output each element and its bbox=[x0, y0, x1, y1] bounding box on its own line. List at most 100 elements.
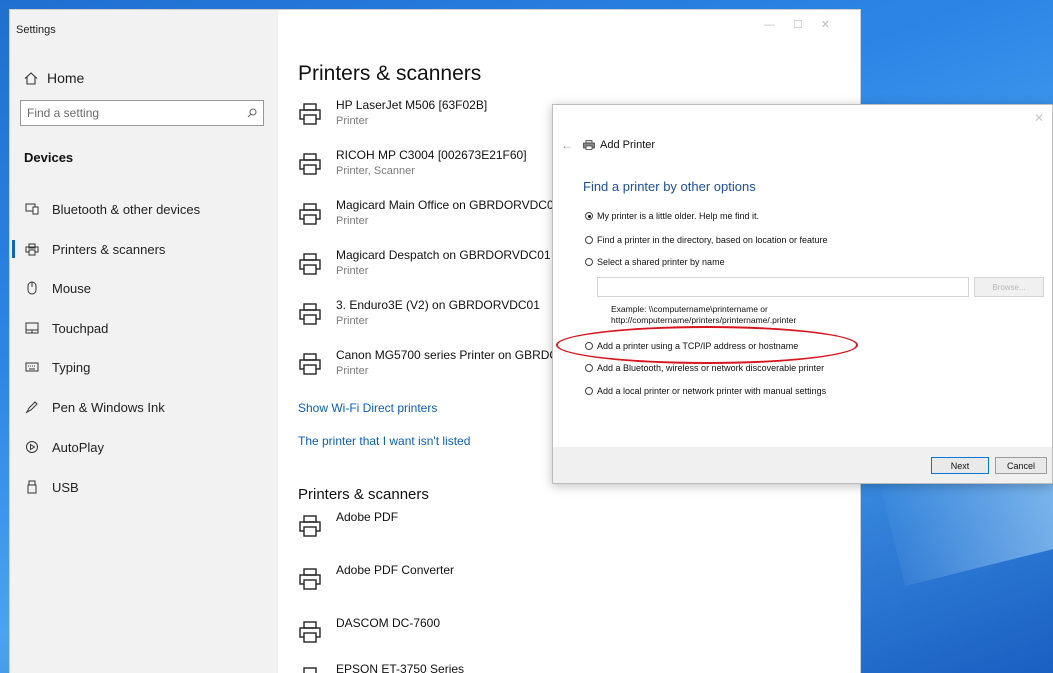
sidebar-item-label: AutoPlay bbox=[52, 439, 105, 455]
printer-list-item[interactable]: Adobe PDF Converter bbox=[298, 563, 598, 603]
printer-list-item[interactable]: DASCOM DC-7600 bbox=[298, 616, 598, 656]
radio-button[interactable] bbox=[585, 387, 593, 395]
printer-icon bbox=[299, 515, 321, 537]
option-local-manual[interactable]: Add a local printer or network printer w… bbox=[585, 386, 826, 396]
settings-sidebar: Settings Home Devices Bluetooth & other … bbox=[10, 10, 278, 673]
printer-icon bbox=[299, 103, 321, 125]
printer-name: Adobe PDF Converter bbox=[336, 563, 455, 577]
option-bluetooth-wireless[interactable]: Add a Bluetooth, wireless or network dis… bbox=[585, 363, 824, 373]
printer-icon bbox=[299, 568, 321, 590]
sidebar-item-label: Mouse bbox=[52, 280, 92, 296]
printer-name: EPSON ET-3750 Series bbox=[336, 662, 465, 673]
search-box bbox=[20, 100, 264, 126]
keyboard-icon bbox=[24, 362, 40, 372]
printer-icon bbox=[583, 140, 595, 150]
cancel-button[interactable]: Cancel bbox=[995, 457, 1047, 474]
shared-printer-name-input[interactable] bbox=[597, 277, 969, 297]
radio-button[interactable] bbox=[585, 364, 593, 372]
printer-icon bbox=[299, 621, 321, 643]
printer-type: Printer bbox=[336, 215, 369, 227]
option-directory-search[interactable]: Find a printer in the directory, based o… bbox=[585, 235, 827, 245]
printer-name: DASCOM DC-7600 bbox=[336, 616, 441, 630]
bluetooth-devices-icon bbox=[24, 203, 40, 215]
radio-button[interactable] bbox=[585, 258, 593, 266]
browse-button[interactable]: Browse... bbox=[974, 277, 1044, 297]
dialog-title: Add Printer bbox=[600, 139, 656, 151]
add-printer-dialog: ✕ ← Add Printer Find a printer by other … bbox=[552, 104, 1053, 484]
printer-list-item[interactable]: Adobe PDF bbox=[298, 510, 598, 550]
printer-icon bbox=[299, 303, 321, 325]
annotation-red-ellipse bbox=[556, 326, 858, 364]
next-button[interactable]: Next bbox=[931, 457, 989, 474]
option-label: Add a local printer or network printer w… bbox=[597, 386, 827, 396]
close-window-icon[interactable]: ✕ bbox=[821, 19, 848, 31]
sidebar-item-typing[interactable]: Typing bbox=[10, 354, 278, 380]
printer-name: Magicard Main Office on GBRDORVDC0 bbox=[336, 198, 554, 212]
sidebar-item-mouse[interactable]: Mouse bbox=[10, 275, 278, 301]
sidebar-item-bluetooth[interactable]: Bluetooth & other devices bbox=[10, 196, 278, 222]
pen-icon bbox=[24, 400, 40, 414]
maximize-icon[interactable]: ☐ bbox=[793, 19, 821, 31]
dialog-title-bar: Add Printer bbox=[583, 139, 655, 151]
printer-list-item[interactable]: EPSON ET-3750 Series bbox=[298, 662, 598, 673]
example-line: Example: \\computername\printername or bbox=[611, 304, 768, 314]
sidebar-item-label: Pen & Windows Ink bbox=[52, 399, 165, 415]
printer-type: Printer bbox=[336, 115, 369, 127]
printer-icon bbox=[299, 153, 321, 175]
printer-name: Magicard Despatch on GBRDORVDC01 bbox=[336, 248, 551, 262]
close-dialog-icon[interactable]: ✕ bbox=[1034, 111, 1044, 125]
printer-type: Printer, Scanner bbox=[336, 165, 415, 177]
example-line: http://computername/printers/printername… bbox=[611, 315, 797, 325]
minimize-icon[interactable]: — bbox=[764, 19, 793, 31]
sidebar-item-label: Touchpad bbox=[52, 320, 109, 336]
sidebar-item-home[interactable]: Home bbox=[24, 70, 84, 86]
printer-icon bbox=[299, 253, 321, 275]
sidebar-item-printers-scanners[interactable]: Printers & scanners bbox=[10, 236, 278, 262]
printer-icon bbox=[299, 353, 321, 375]
printer-not-listed-link[interactable]: The printer that I want isn't listed bbox=[298, 434, 470, 448]
option-label: Add a Bluetooth, wireless or network dis… bbox=[597, 363, 825, 373]
section-heading-devices: Devices bbox=[24, 150, 74, 165]
printer-icon bbox=[299, 203, 321, 225]
option-label: Select a shared printer by name bbox=[597, 257, 725, 267]
sidebar-item-pen[interactable]: Pen & Windows Ink bbox=[10, 394, 278, 420]
window-title: Settings bbox=[16, 24, 56, 36]
printer-name: RICOH MP C3004 [002673E21F60] bbox=[336, 148, 527, 162]
option-label: Find a printer in the directory, based o… bbox=[597, 235, 828, 245]
printer-icon bbox=[24, 243, 40, 256]
radio-selected[interactable] bbox=[585, 212, 593, 220]
option-shared-printer[interactable]: Select a shared printer by name bbox=[585, 257, 725, 267]
sidebar-item-label: Printers & scanners bbox=[52, 241, 166, 257]
printer-name: Canon MG5700 series Printer on GBRDC bbox=[336, 348, 559, 362]
search-icon[interactable] bbox=[247, 108, 257, 118]
active-indicator bbox=[12, 240, 15, 258]
option-older-printer[interactable]: My printer is a little older. Help me fi… bbox=[585, 211, 759, 221]
usb-icon bbox=[24, 480, 40, 494]
window-controls: —☐✕ bbox=[764, 18, 848, 31]
printer-type: Printer bbox=[336, 265, 369, 277]
printer-icon bbox=[303, 667, 317, 673]
show-wifi-direct-link[interactable]: Show Wi-Fi Direct printers bbox=[298, 401, 437, 415]
sidebar-item-touchpad[interactable]: Touchpad bbox=[10, 315, 278, 341]
home-icon bbox=[24, 71, 38, 85]
printer-name: 3. Enduro3E (V2) on GBRDORVDC01 bbox=[336, 298, 540, 312]
autoplay-icon bbox=[24, 440, 40, 454]
dialog-heading: Find a printer by other options bbox=[583, 179, 756, 194]
printer-type: Printer bbox=[336, 365, 369, 377]
mouse-icon bbox=[24, 281, 40, 295]
option-label: My printer is a little older. Help me fi… bbox=[597, 211, 760, 221]
search-input[interactable] bbox=[27, 106, 227, 120]
back-arrow-icon[interactable]: ← bbox=[561, 138, 573, 152]
touchpad-icon bbox=[24, 322, 40, 334]
example-text: Example: \\computername\printername or h… bbox=[611, 304, 796, 326]
sidebar-item-usb[interactable]: USB bbox=[10, 474, 278, 500]
sidebar-item-label: USB bbox=[52, 479, 79, 495]
printer-name: Adobe PDF bbox=[336, 510, 399, 524]
sidebar-item-label: Typing bbox=[52, 359, 91, 375]
radio-button[interactable] bbox=[585, 236, 593, 244]
section-heading-printers: Printers & scanners bbox=[298, 486, 429, 503]
sidebar-item-label: Home bbox=[47, 70, 85, 86]
sidebar-item-autoplay[interactable]: AutoPlay bbox=[10, 434, 278, 460]
sidebar-item-label: Bluetooth & other devices bbox=[52, 201, 201, 217]
page-title: Printers & scanners bbox=[298, 62, 482, 85]
